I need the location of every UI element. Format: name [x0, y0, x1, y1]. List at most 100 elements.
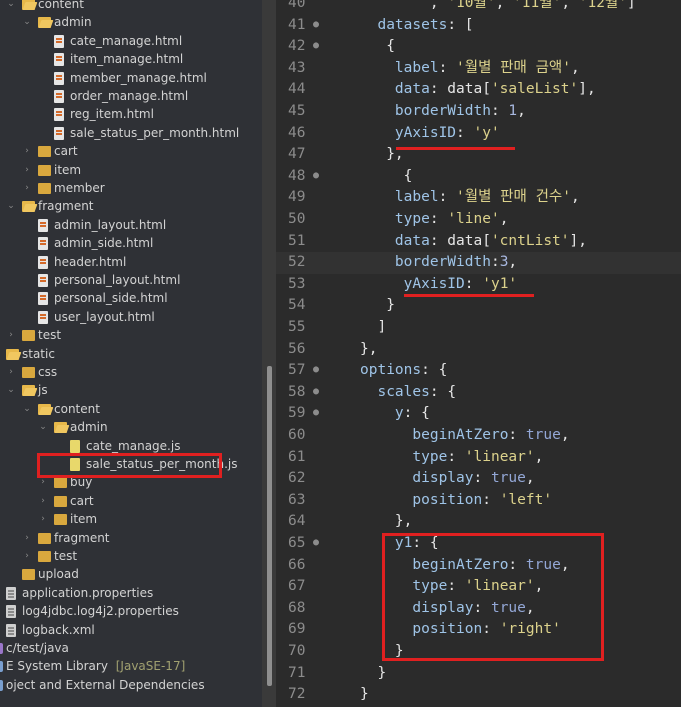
code-line[interactable]: 41 ● datasets: [ — [276, 15, 681, 37]
code-line[interactable]: 49 label: '월별 판매 건수', — [276, 187, 681, 209]
tree-item[interactable]: cate_manage.js — [0, 437, 262, 455]
tree-item[interactable]: log4jdbc.log4j2.properties — [0, 602, 262, 620]
code-text: borderWidth: 1, — [394, 103, 526, 119]
line-number: 55 — [288, 319, 306, 335]
tree-item-label: upload — [38, 567, 79, 582]
tree-item[interactable]: E System Library [JavaSE-17] — [0, 657, 262, 675]
code-line[interactable]: 50 type: 'line', — [276, 209, 681, 231]
tree-item[interactable]: n — [0, 694, 262, 707]
chevron-down-icon[interactable]: ⌄ — [6, 197, 16, 215]
fold-marker-icon[interactable]: ● — [313, 14, 319, 36]
tree-item[interactable]: logback.xml — [0, 621, 262, 639]
properties-file-icon — [6, 605, 16, 619]
fold-marker-icon[interactable]: ● — [313, 35, 319, 57]
tree-item[interactable]: › css — [0, 363, 262, 381]
line-number: 67 — [288, 578, 306, 595]
tree-item[interactable]: item_manage.html — [0, 50, 262, 68]
tree-item[interactable]: personal_layout.html — [0, 271, 262, 289]
code-line[interactable]: 57 ● options: { — [276, 360, 681, 382]
code-line[interactable]: 48 ● { — [276, 166, 681, 188]
explorer-scrollbar[interactable] — [267, 366, 272, 686]
tree-item[interactable]: order_manage.html — [0, 87, 262, 105]
library-icon — [0, 679, 3, 691]
tree-item-label: E System Library [JavaSE-17] — [6, 659, 186, 674]
tree-item[interactable]: upload — [0, 565, 262, 583]
tree-item[interactable]: header.html — [0, 253, 262, 271]
code-line[interactable]: 52 borderWidth:3, — [276, 252, 681, 274]
code-line[interactable]: 71 } — [276, 663, 681, 685]
tree-item[interactable]: › item — [0, 510, 262, 528]
tree-item[interactable]: personal_side.html — [0, 289, 262, 307]
code-line[interactable]: 43 label: '월별 판매 금액', — [276, 58, 681, 80]
chevron-down-icon[interactable]: ⌄ — [22, 400, 32, 418]
chevron-down-icon[interactable]: ⌄ — [38, 418, 48, 436]
chevron-right-icon[interactable]: › — [22, 547, 32, 565]
tree-item[interactable]: member_manage.html — [0, 69, 262, 87]
tree-item[interactable]: c/test/java — [0, 639, 262, 657]
code-line[interactable]: 62 display: true, — [276, 468, 681, 490]
tree-item[interactable]: reg_item.html — [0, 105, 262, 123]
tree-item-label: cate_manage.js — [86, 438, 181, 453]
tree-item[interactable]: ⌄ fragment — [0, 197, 262, 215]
code-line[interactable]: 55 ] — [276, 317, 681, 339]
tree-item[interactable]: ⌄ content — [0, 400, 262, 418]
chevron-right-icon[interactable]: › — [22, 142, 32, 160]
tree-item[interactable]: › item — [0, 161, 262, 179]
chevron-right-icon[interactable]: › — [22, 179, 32, 197]
code-line[interactable]: 45 borderWidth: 1, — [276, 101, 681, 123]
code-line[interactable]: 46 yAxisID: 'y' — [276, 123, 681, 145]
fold-marker-icon[interactable]: ● — [313, 165, 319, 187]
tree-item[interactable]: › test — [0, 547, 262, 565]
code-line[interactable]: 72} — [276, 684, 681, 706]
tree-item[interactable]: user_layout.html — [0, 308, 262, 326]
code-line[interactable]: 61 type: 'linear', — [276, 447, 681, 469]
tree-item[interactable]: application.properties — [0, 584, 262, 602]
code-line[interactable]: 63 position: 'left' — [276, 490, 681, 512]
code-line[interactable]: 59 ● y: { — [276, 403, 681, 425]
code-line[interactable]: 54 } — [276, 295, 681, 317]
code-line[interactable]: 51 data: data['cntList'], — [276, 231, 681, 253]
code-line[interactable]: 53 yAxisID: 'y1' — [276, 274, 681, 296]
tree-item[interactable]: › cart — [0, 492, 262, 510]
tree-item-label: fragment — [38, 199, 94, 214]
tree-item[interactable]: › test — [0, 326, 262, 344]
code-line[interactable]: 42 ● { — [276, 36, 681, 58]
fold-marker-icon[interactable]: ● — [313, 381, 319, 403]
tree-item[interactable]: ⌄ admin — [0, 13, 262, 31]
line-number: 61 — [288, 448, 306, 465]
code-line[interactable]: 64 }, — [276, 511, 681, 533]
code-text: label: '월별 판매 건수', — [394, 189, 580, 206]
tree-item[interactable]: ⌄ admin — [0, 418, 262, 436]
tree-item[interactable]: ⌄ content — [0, 0, 262, 13]
code-line[interactable]: 56}, — [276, 339, 681, 361]
tree-item[interactable]: ⌄static — [0, 345, 262, 363]
code-line[interactable]: 58 ● scales: { — [276, 382, 681, 404]
tree-item[interactable]: admin_layout.html — [0, 216, 262, 234]
chevron-right-icon[interactable]: › — [6, 363, 16, 381]
chevron-right-icon[interactable]: › — [22, 529, 32, 547]
tree-item[interactable]: sale_status_per_month.html — [0, 124, 262, 142]
tree-item[interactable]: oject and External Dependencies — [0, 676, 262, 694]
folder-icon — [38, 146, 51, 158]
tree-item[interactable]: › cart — [0, 142, 262, 160]
tree-item[interactable]: cate_manage.html — [0, 32, 262, 50]
code-line[interactable]: 40 , '10월', '11월', '12월'] — [276, 0, 681, 15]
tree-item-label: admin — [70, 420, 108, 435]
chevron-right-icon[interactable]: › — [38, 510, 48, 528]
tree-item[interactable]: › fragment — [0, 529, 262, 547]
chevron-down-icon[interactable]: ⌄ — [22, 13, 32, 31]
code-line[interactable]: 60 beginAtZero: true, — [276, 425, 681, 447]
fold-marker-icon[interactable]: ● — [313, 532, 319, 554]
chevron-down-icon[interactable]: ⌄ — [6, 0, 16, 13]
chevron-down-icon[interactable]: ⌄ — [6, 381, 16, 399]
fold-marker-icon[interactable]: ● — [313, 402, 319, 424]
code-line[interactable]: 44 data: data['saleList'], — [276, 79, 681, 101]
chevron-right-icon[interactable]: › — [38, 492, 48, 510]
tree-item[interactable]: admin_side.html — [0, 234, 262, 252]
tree-item[interactable]: ⌄ js — [0, 381, 262, 399]
chevron-right-icon[interactable]: › — [22, 161, 32, 179]
fold-marker-icon[interactable]: ● — [313, 359, 319, 381]
code-text: datasets: [ — [377, 16, 474, 33]
tree-item[interactable]: › member — [0, 179, 262, 197]
chevron-right-icon[interactable]: › — [6, 326, 16, 344]
